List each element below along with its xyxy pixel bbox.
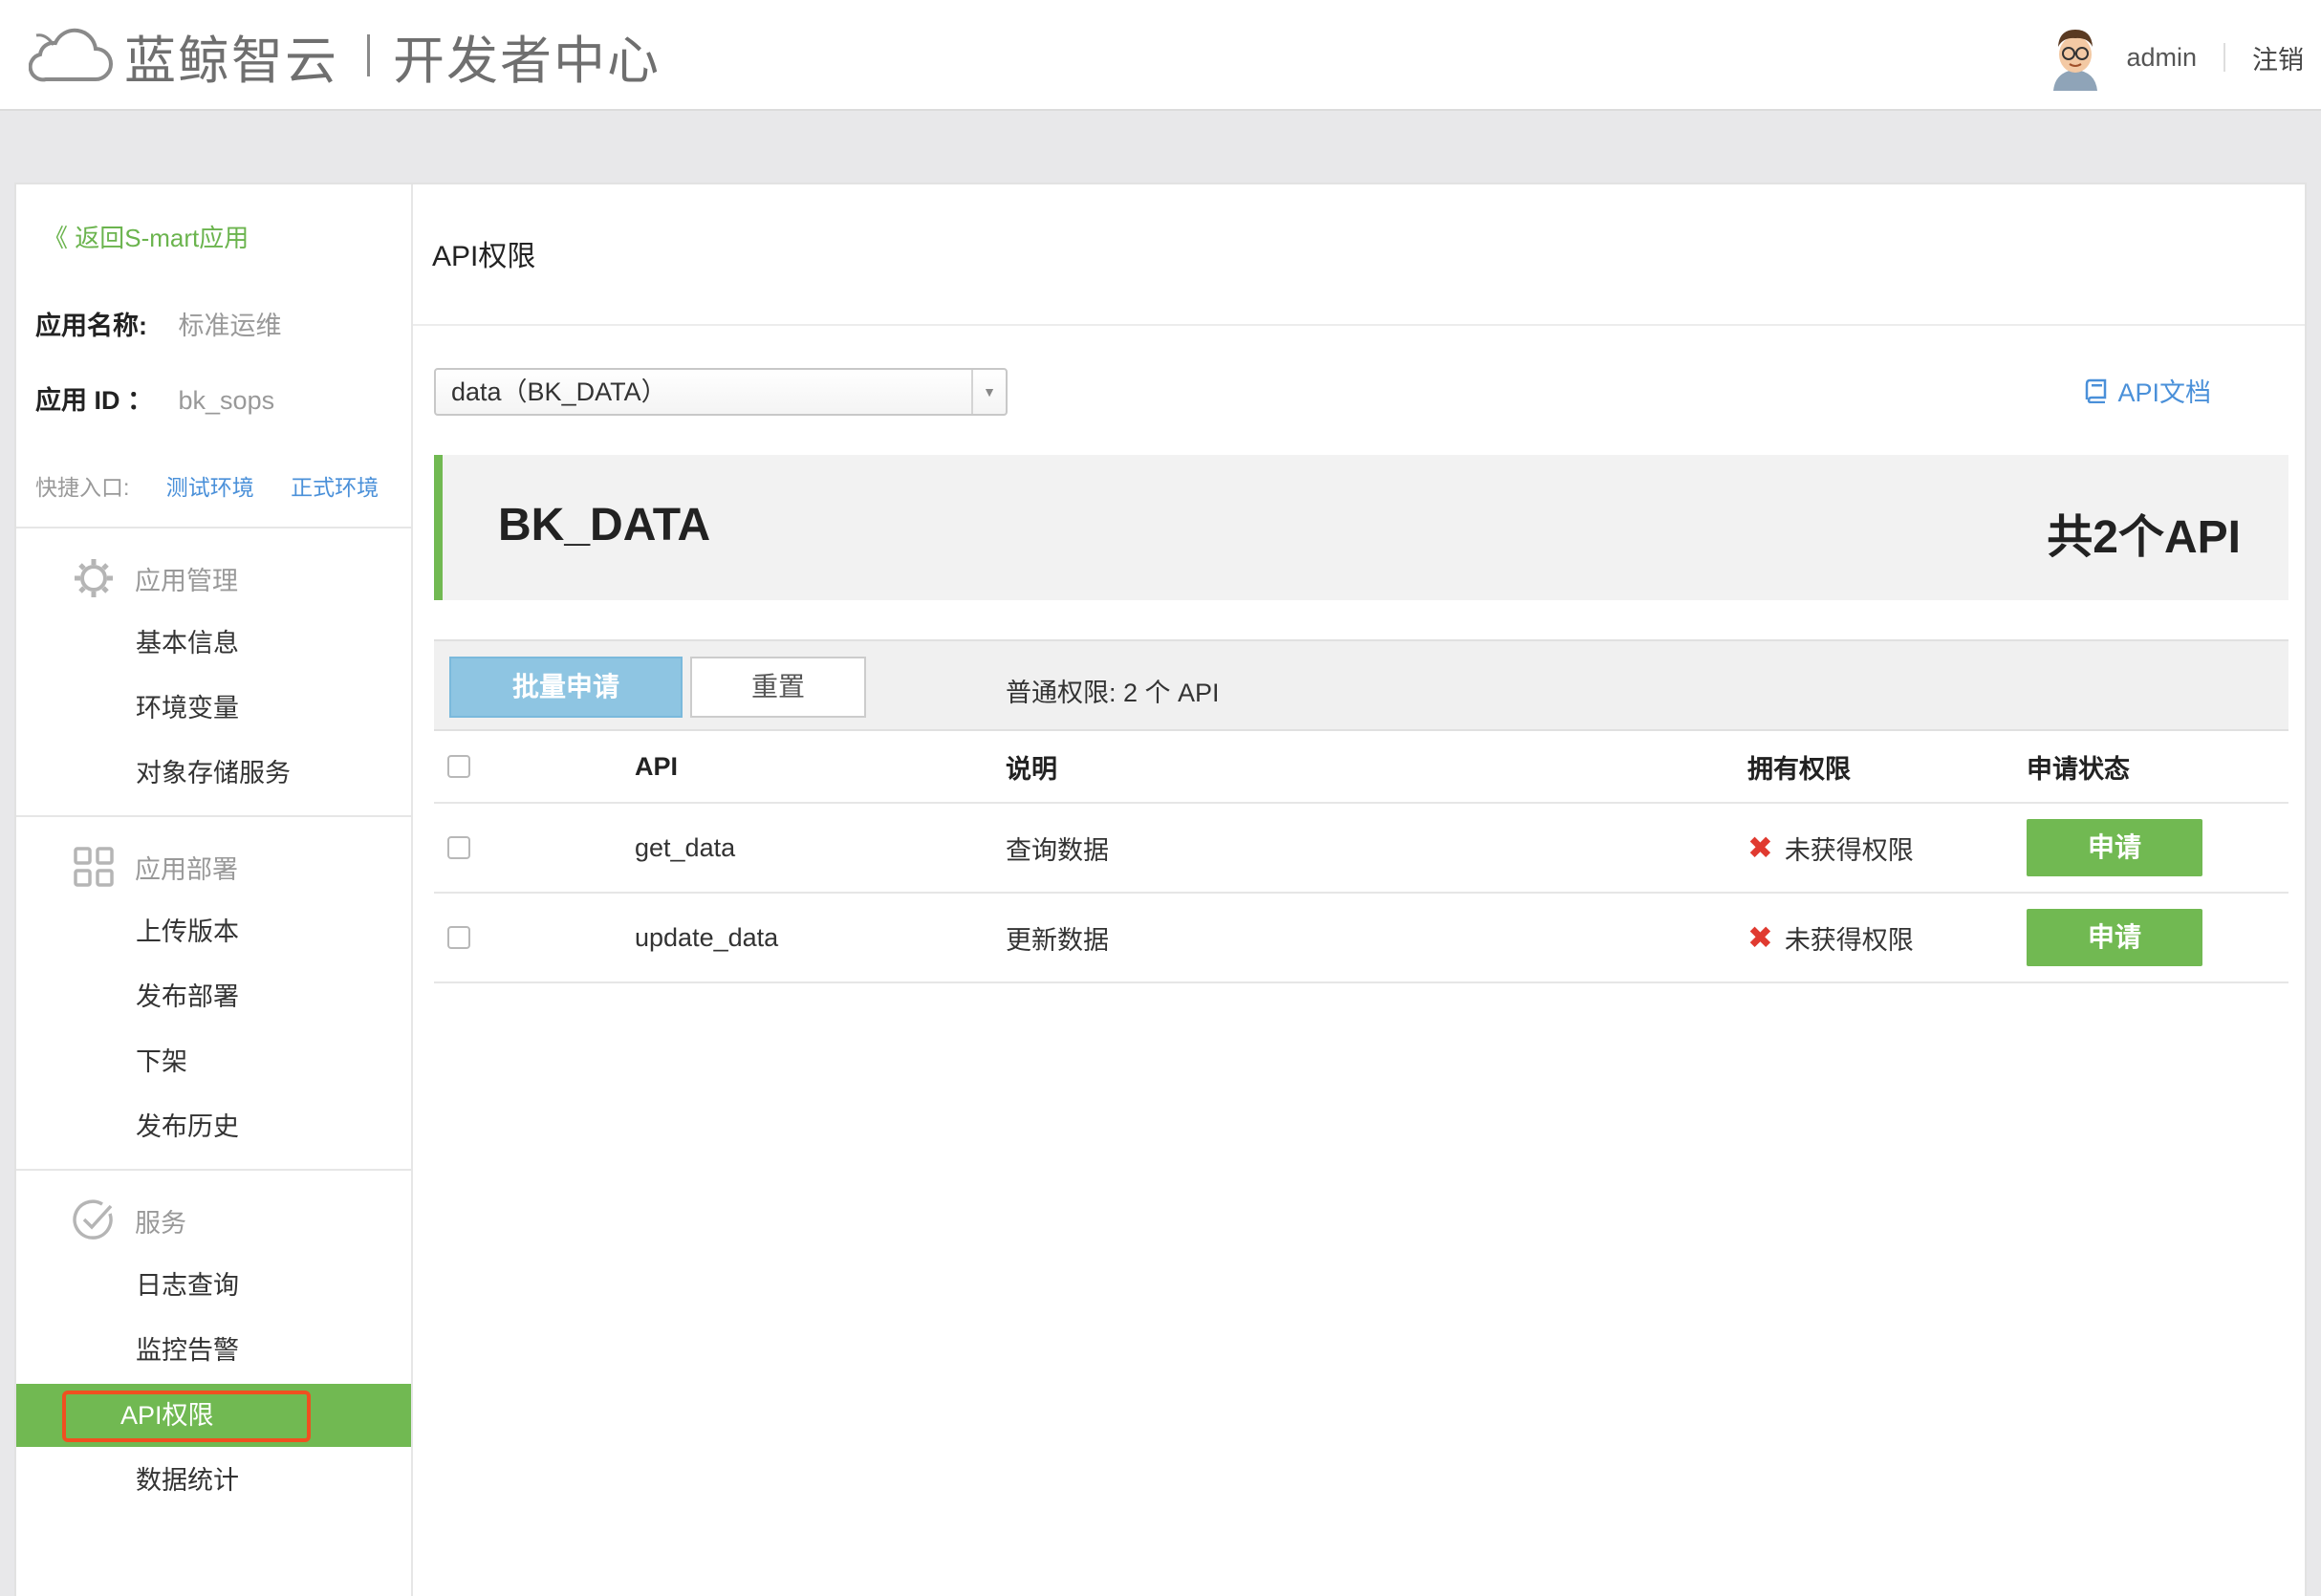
api-name: get_data bbox=[635, 832, 736, 862]
back-to-smart-link[interactable]: 《 返回S-mart应用 bbox=[43, 219, 249, 254]
sidebar-item-log-query[interactable]: 日志查询 bbox=[16, 1254, 411, 1317]
header-divider bbox=[2223, 43, 2225, 72]
user-name[interactable]: admin bbox=[2126, 43, 2197, 73]
app-name-label: 应用名称: bbox=[35, 312, 147, 340]
group-app-deploy: 应用部署 bbox=[72, 843, 238, 891]
top-header: 蓝鲸智云 开发者中心 admin 注销 bbox=[0, 0, 2321, 111]
apply-button[interactable]: 申请 bbox=[2027, 819, 2202, 876]
avatar[interactable] bbox=[2046, 24, 2105, 91]
apply-status: 申请 bbox=[2027, 894, 2202, 981]
gear-icon bbox=[75, 559, 113, 597]
x-mark-icon: ✖ bbox=[1747, 920, 1773, 955]
sidebar-item-basic-info[interactable]: 基本信息 bbox=[16, 612, 411, 675]
row-select-cell bbox=[447, 804, 470, 892]
sidebar-item-publish-deploy[interactable]: 发布部署 bbox=[16, 965, 411, 1028]
sidebar-item-env-vars[interactable]: 环境变量 bbox=[16, 677, 411, 740]
table-toolbar: 批量申请 重置 普通权限: 2 个 API bbox=[434, 639, 2288, 731]
app-id-value: bk_sops bbox=[178, 386, 275, 415]
user-area: admin 注销 bbox=[2046, 19, 2304, 96]
quick-link-test-env[interactable]: 测试环境 bbox=[166, 475, 254, 500]
reset-button[interactable]: 重置 bbox=[690, 657, 866, 718]
row-checkbox[interactable] bbox=[447, 836, 470, 859]
group-title-label: 应用管理 bbox=[135, 566, 238, 595]
check-circle-icon bbox=[73, 1199, 113, 1240]
sidebar-divider bbox=[16, 527, 411, 528]
title-divider bbox=[413, 324, 2305, 326]
api-system-select[interactable]: data（BK_DATA） ▼ bbox=[434, 368, 1008, 416]
column-header-status: 申请状态 bbox=[2027, 754, 2130, 784]
apply-status: 申请 bbox=[2027, 804, 2202, 892]
page-title: API权限 bbox=[432, 241, 536, 272]
group-title-label: 服务 bbox=[135, 1208, 186, 1238]
grid-icon bbox=[74, 847, 114, 887]
table-row: update_data 更新数据 ✖ 未获得权限 申请 bbox=[434, 894, 2288, 983]
permission-count: 普通权限: 2 个 API bbox=[1006, 679, 1220, 707]
sidebar-item-data-stats[interactable]: 数据统计 bbox=[16, 1449, 411, 1512]
portal-name: 开发者中心 bbox=[393, 30, 661, 91]
apply-button[interactable]: 申请 bbox=[2027, 909, 2202, 966]
chevron-down-icon: ▼ bbox=[971, 370, 1006, 414]
quick-entry-row: 快捷入口: 测试环境 正式环境 bbox=[35, 469, 379, 502]
permission-status: ✖ 未获得权限 bbox=[1747, 894, 1914, 981]
sidebar-item-api-permission[interactable]: API权限 bbox=[16, 1384, 411, 1447]
cloud-logo-icon bbox=[29, 28, 113, 82]
column-header-desc: 说明 bbox=[1006, 754, 1057, 784]
permission-text: 未获得权限 bbox=[1784, 835, 1914, 865]
app-name-row: 应用名称: 标准运维 bbox=[35, 305, 282, 342]
api-name: update_data bbox=[635, 922, 779, 952]
sidebar-item-object-storage[interactable]: 对象存储服务 bbox=[16, 742, 411, 805]
system-name: BK_DATA bbox=[498, 500, 711, 550]
api-total-count: 共2个API bbox=[2047, 512, 2241, 563]
sidebar-item-offline[interactable]: 下架 bbox=[16, 1030, 411, 1093]
select-value: data（BK_DATA） bbox=[451, 377, 667, 406]
permission-text: 未获得权限 bbox=[1784, 925, 1914, 955]
api-description: 查询数据 bbox=[1006, 835, 1109, 865]
content-panel: 《 返回S-mart应用 应用名称: 标准运维 应用 ID ： bk_sops … bbox=[14, 183, 2307, 1596]
sidebar-item-label: API权限 bbox=[120, 1401, 214, 1430]
row-select-cell bbox=[447, 894, 470, 981]
app-id-row: 应用 ID ： bk_sops bbox=[35, 379, 274, 417]
app-name-value: 标准运维 bbox=[178, 312, 282, 340]
column-header-perm: 拥有权限 bbox=[1747, 754, 1851, 784]
sidebar-divider bbox=[16, 815, 411, 817]
app-id-label: 应用 ID ： bbox=[35, 386, 154, 415]
group-title-label: 应用部署 bbox=[135, 854, 238, 884]
sidebar-item-publish-history[interactable]: 发布历史 bbox=[16, 1095, 411, 1158]
batch-apply-button[interactable]: 批量申请 bbox=[449, 657, 683, 718]
sidebar-divider bbox=[16, 1169, 411, 1171]
column-header-api: API bbox=[635, 751, 679, 781]
group-services: 服务 bbox=[72, 1197, 186, 1244]
book-icon bbox=[2086, 378, 2107, 403]
select-all-checkbox[interactable] bbox=[447, 755, 470, 778]
api-table: API 说明 拥有权限 申请状态 get_data 查询数据 ✖ 未获得权限 申… bbox=[434, 731, 2288, 983]
logo-divider bbox=[367, 34, 370, 76]
group-app-management: 应用管理 bbox=[72, 554, 238, 602]
quick-entry-label: 快捷入口: bbox=[35, 475, 130, 500]
quick-link-prod-env[interactable]: 正式环境 bbox=[291, 475, 379, 500]
table-row: get_data 查询数据 ✖ 未获得权限 申请 bbox=[434, 804, 2288, 894]
api-description: 更新数据 bbox=[1006, 925, 1109, 955]
table-header-row: API 说明 拥有权限 申请状态 bbox=[434, 731, 2288, 804]
x-mark-icon: ✖ bbox=[1747, 830, 1773, 865]
sidebar-item-monitor-alarm[interactable]: 监控告警 bbox=[16, 1319, 411, 1382]
main-content: API权限 data（BK_DATA） ▼ API文档 BK_DATA 共2个A… bbox=[413, 184, 2305, 1596]
api-doc-link[interactable]: API文档 bbox=[2085, 372, 2211, 409]
sidebar: 《 返回S-mart应用 应用名称: 标准运维 应用 ID ： bk_sops … bbox=[16, 184, 413, 1596]
select-all-cell bbox=[447, 731, 470, 802]
brand-name: 蓝鲸智云 bbox=[124, 30, 338, 91]
sidebar-item-upload-version[interactable]: 上传版本 bbox=[16, 900, 411, 963]
system-banner: BK_DATA 共2个API bbox=[434, 455, 2288, 600]
api-doc-label: API文档 bbox=[2117, 378, 2211, 407]
row-checkbox[interactable] bbox=[447, 926, 470, 949]
permission-status: ✖ 未获得权限 bbox=[1747, 804, 1914, 892]
logo[interactable]: 蓝鲸智云 开发者中心 bbox=[29, 17, 661, 94]
logout-link[interactable]: 注销 bbox=[2252, 39, 2304, 76]
